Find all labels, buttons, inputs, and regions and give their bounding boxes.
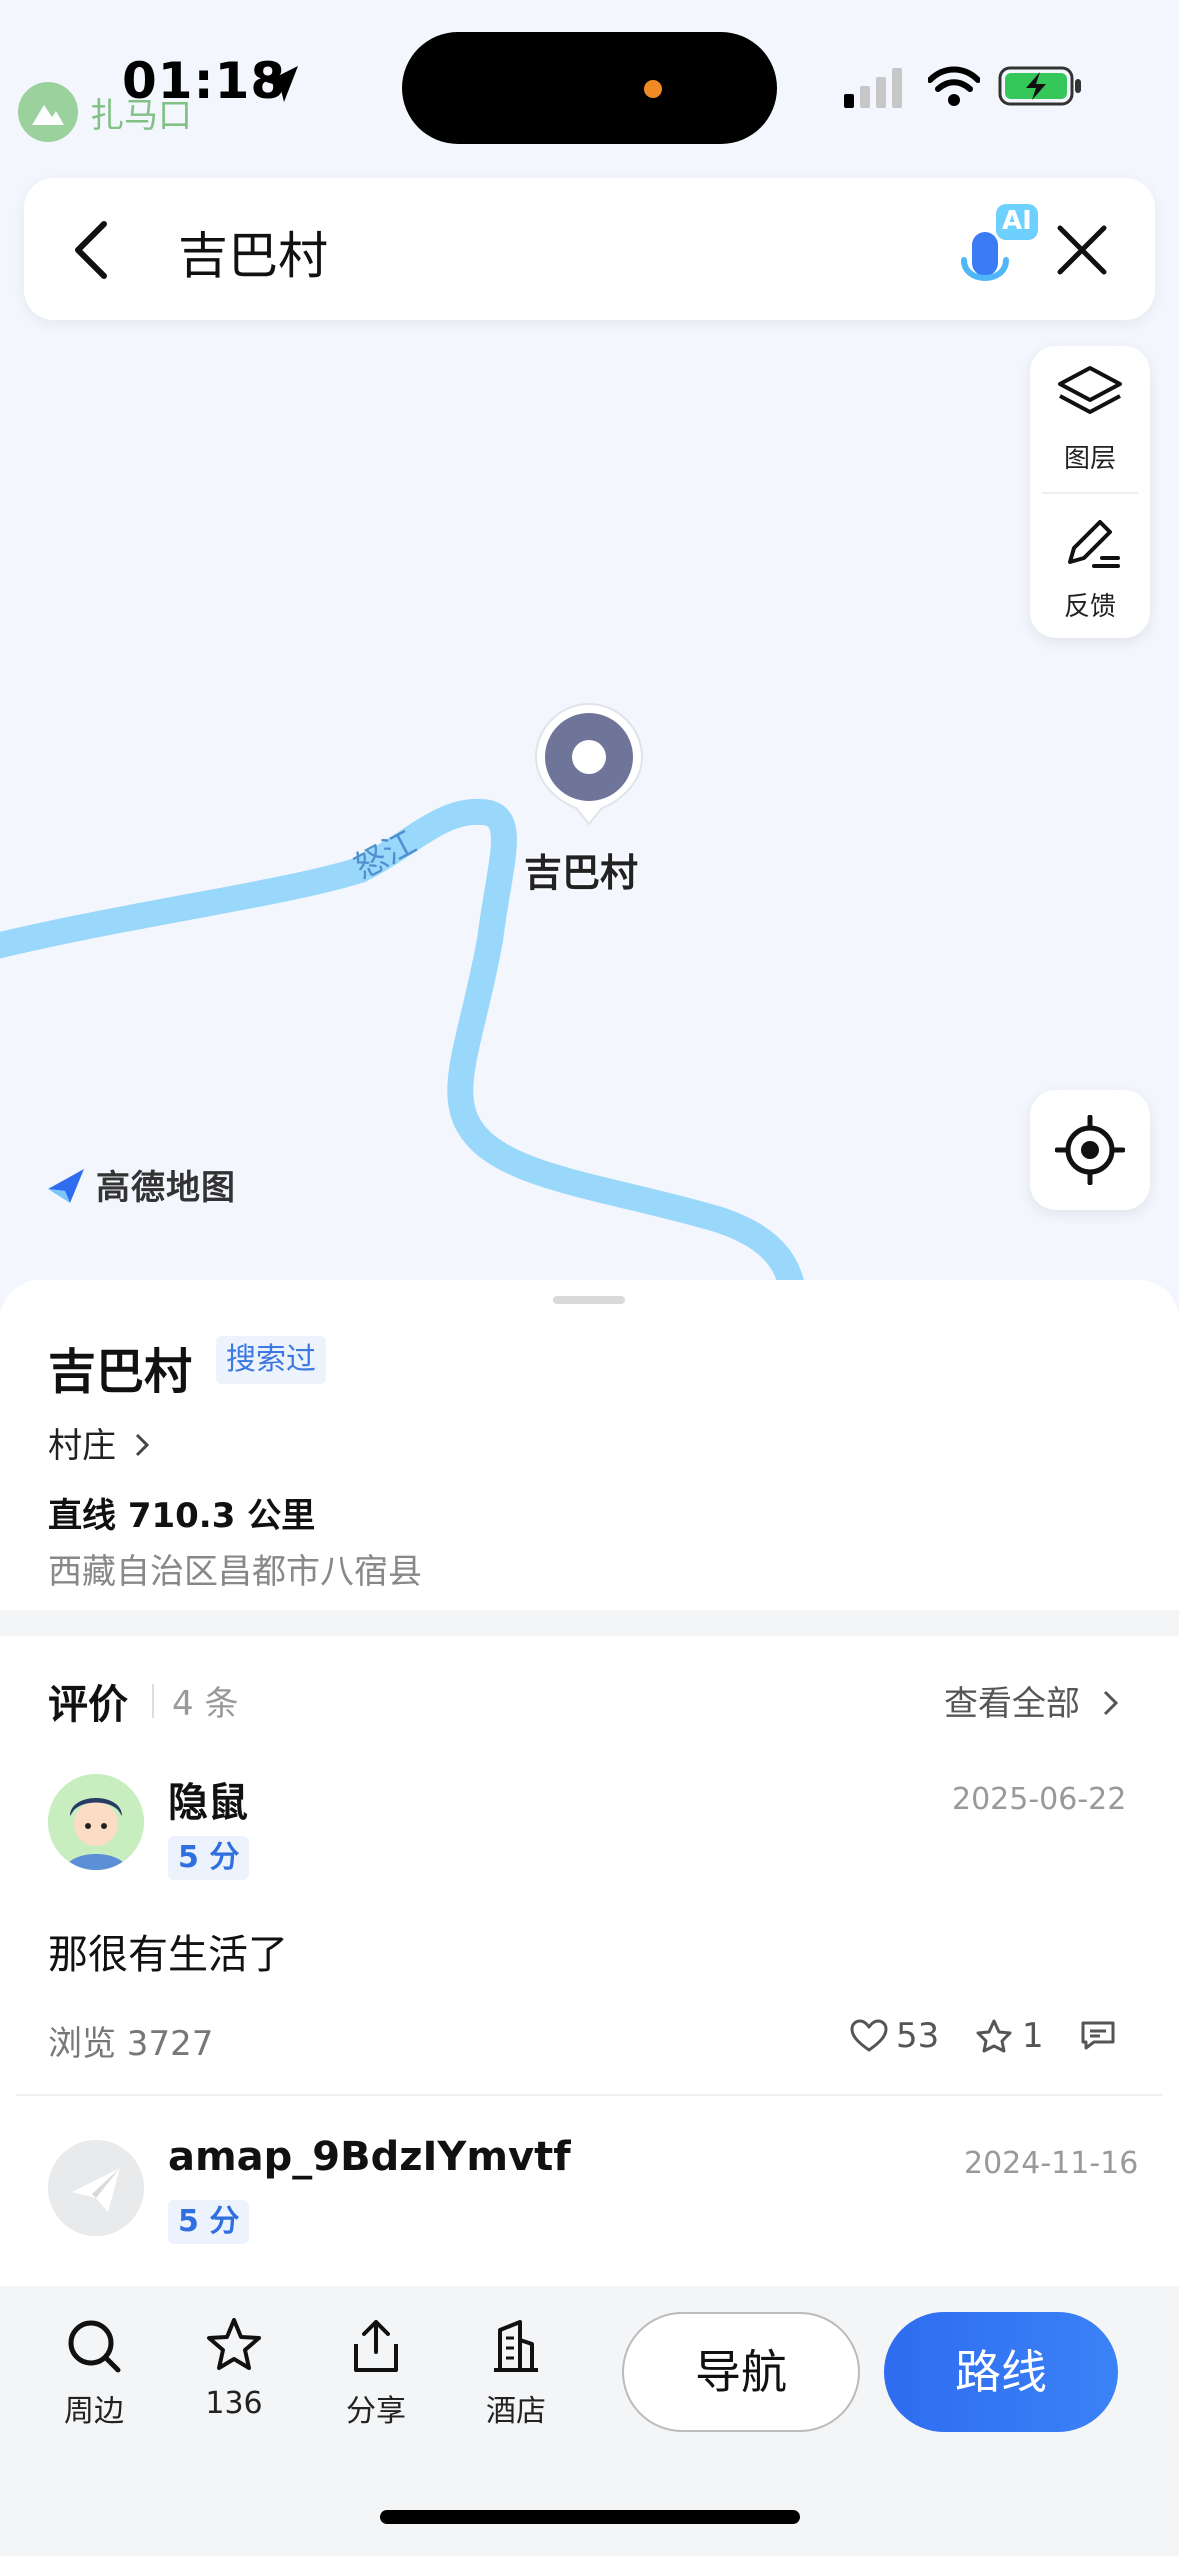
- back-to-app[interactable]: 扎马口: [18, 82, 192, 142]
- feedback-label: 反馈: [1063, 592, 1116, 622]
- app-mountain-icon: [18, 82, 78, 142]
- pin-label: 吉巴村: [524, 851, 639, 895]
- see-all-label: 查看全部: [944, 1684, 1080, 1724]
- recording-dot: [644, 80, 662, 98]
- like-count: 53: [896, 2016, 940, 2056]
- cellular-signal-icon: [844, 68, 902, 108]
- search-bar[interactable]: 吉巴村 AI: [24, 178, 1155, 320]
- back-arrow-icon[interactable]: [68, 218, 112, 282]
- review-text[interactable]: 那很有生活了: [48, 1922, 288, 1980]
- layers-label: 图层: [1063, 444, 1116, 474]
- back-app-label: 扎马口: [90, 95, 192, 136]
- avatar[interactable]: [48, 1774, 144, 1870]
- nearby-tab[interactable]: 周边: [34, 2316, 154, 2430]
- location-pin-icon[interactable]: [530, 700, 648, 834]
- share-tab[interactable]: 分享: [316, 2316, 436, 2430]
- review-user-name[interactable]: 隐鼠: [168, 1770, 248, 1828]
- share-icon: [354, 2320, 398, 2372]
- brand-name: 高德地图: [96, 1168, 236, 1208]
- favorite-count: 1: [1022, 2016, 1044, 2056]
- dynamic-island: [402, 32, 777, 144]
- crosshair-icon: [1055, 1115, 1125, 1185]
- battery-charging-icon: [998, 66, 1081, 106]
- chevron-right-icon: [135, 1433, 149, 1457]
- home-indicator[interactable]: [380, 2510, 800, 2524]
- hotel-label: 酒店: [486, 2394, 546, 2429]
- avatar[interactable]: [48, 2140, 144, 2236]
- location-arrow-icon: [266, 66, 298, 102]
- review-score: 5 分: [168, 2200, 250, 2244]
- hotel-tab[interactable]: 酒店: [456, 2316, 576, 2430]
- review-score: 5 分: [168, 1836, 250, 1880]
- place-category: 村庄: [48, 1426, 116, 1466]
- favorite-tab[interactable]: 136: [174, 2316, 294, 2421]
- close-icon[interactable]: [1054, 222, 1110, 278]
- see-all-reviews-link[interactable]: 查看全部: [944, 1676, 1121, 1725]
- layers-icon: [1058, 366, 1122, 414]
- avatar-boy-icon: [48, 1774, 144, 1870]
- favorite-button[interactable]: 1: [976, 2016, 1044, 2056]
- wifi-icon: [928, 66, 980, 106]
- comment-icon[interactable]: [1080, 2020, 1116, 2050]
- locate-me-button[interactable]: [1030, 1090, 1150, 1210]
- heart-icon: [850, 2019, 888, 2052]
- review-views: 浏览 3727: [48, 2024, 214, 2064]
- amap-logo-icon: [48, 1168, 84, 1203]
- section-divider: [0, 1610, 1179, 1636]
- place-title: 吉巴村: [48, 1344, 193, 1400]
- ai-voice-button[interactable]: AI: [946, 200, 1042, 300]
- chevron-right-icon: [1103, 1690, 1118, 1716]
- review-user-name[interactable]: amap_9BdzIYmvtf: [168, 2134, 571, 2180]
- edit-pen-icon: [1068, 520, 1120, 568]
- navigate-button[interactable]: 导航: [622, 2312, 860, 2432]
- layers-button[interactable]: 图层: [1030, 362, 1150, 475]
- panel-divider: [1042, 492, 1138, 494]
- review-divider: [16, 2094, 1163, 2096]
- star-icon: [976, 2019, 1012, 2053]
- feedback-button[interactable]: 反馈: [1030, 510, 1150, 623]
- like-button[interactable]: 53: [850, 2016, 939, 2056]
- search-icon: [68, 2320, 121, 2373]
- star-icon: [207, 2318, 261, 2370]
- place-address: 西藏自治区昌都市八宿县: [48, 1552, 422, 1592]
- route-button[interactable]: 路线: [884, 2312, 1118, 2432]
- sheet-grab-handle[interactable]: [553, 1296, 625, 1304]
- search-query[interactable]: 吉巴村: [178, 216, 328, 288]
- searched-tag: 搜索过: [216, 1336, 326, 1384]
- place-distance: 直线 710.3 公里: [48, 1496, 316, 1536]
- nearby-label: 周边: [64, 2394, 124, 2429]
- hotel-building-icon: [494, 2320, 538, 2372]
- map-brand: 高德地图: [44, 1160, 236, 1209]
- river: [0, 798, 808, 1300]
- place-category-link[interactable]: 村庄: [48, 1418, 153, 1467]
- reviews-header: 评价: [48, 1682, 128, 1728]
- share-label: 分享: [346, 2394, 406, 2429]
- map-tools-panel: 图层 反馈: [1030, 346, 1150, 638]
- review-date: 2025-06-22: [952, 1782, 1127, 1817]
- review-date: 2024-11-16: [964, 2146, 1139, 2181]
- header-separator: [152, 1684, 154, 1718]
- paper-plane-icon: [48, 2140, 144, 2236]
- favorites-count: 136: [205, 2386, 263, 2421]
- reviews-count: 4 条: [172, 1684, 239, 1724]
- ai-badge: AI: [1002, 206, 1032, 236]
